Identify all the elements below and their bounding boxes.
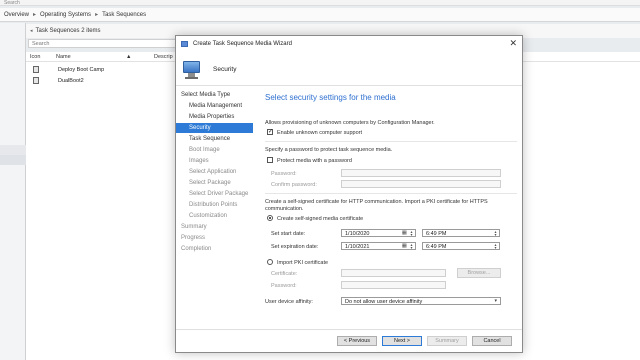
nav-item-media-management[interactable]: Media Management — [189, 101, 242, 111]
navigation-pane-block — [0, 145, 26, 155]
start-date-value: 1/10/2020 — [345, 231, 370, 237]
nav-item-media-properties[interactable]: Media Properties — [189, 112, 234, 122]
start-date-label: Set start date: — [271, 231, 306, 237]
security-page: Select security settings for the media A… — [260, 87, 520, 337]
next-button[interactable]: Next > — [382, 336, 422, 346]
nav-item-select-package[interactable]: Select Package — [189, 178, 231, 188]
expiration-date-label: Set expiration date: — [271, 244, 319, 250]
nav-item-customization[interactable]: Customization — [189, 211, 227, 221]
certificate-description-line2: communication. — [265, 206, 304, 212]
nav-item-completion[interactable]: Completion — [181, 244, 211, 254]
expiration-date-picker[interactable]: 1/10/2021 ▦ ▴ ▾ — [341, 242, 416, 250]
expiration-date-value: 1/10/2021 — [345, 244, 370, 250]
import-pki-radio[interactable] — [267, 259, 273, 265]
nav-item-progress[interactable]: Progress — [181, 233, 205, 243]
collapse-arrow-icon[interactable]: ◂ — [30, 28, 33, 34]
row-name: Deploy Boot Camp — [58, 67, 105, 73]
list-header-title: Task Sequences 2 items — [35, 28, 101, 34]
chevron-down-icon[interactable]: ▾ — [494, 298, 497, 304]
breadcrumb-separator-icon: ▸ — [95, 12, 99, 18]
footer-divider — [176, 329, 522, 330]
nav-item-select-application[interactable]: Select Application — [189, 167, 236, 177]
column-name[interactable]: Name — [56, 54, 71, 60]
nav-item-select-media-type[interactable]: Select Media Type — [181, 90, 230, 100]
pki-password-field[interactable] — [341, 281, 446, 289]
computer-icon — [181, 58, 203, 80]
certificate-description-line1: Create a self-signed certificate for HTT… — [265, 199, 488, 205]
start-date-picker[interactable]: 1/10/2020 ▦ ▴ ▾ — [341, 229, 416, 237]
breadcrumb-overview[interactable]: Overview — [4, 12, 29, 18]
create-media-wizard: Create Task Sequence Media Wizard ✕ Secu… — [175, 35, 523, 353]
breadcrumb-task-sequences[interactable]: Task Sequences — [102, 12, 146, 18]
calendar-icon[interactable]: ▦ — [402, 230, 407, 236]
breadcrumb-separator-icon: ▸ — [33, 12, 37, 18]
nav-item-task-sequence[interactable]: Task Sequence — [189, 134, 230, 144]
task-sequence-icon — [33, 66, 39, 73]
confirm-password-label: Confirm password: — [271, 182, 317, 188]
divider — [265, 141, 517, 142]
affinity-label: User device affinity: — [265, 299, 313, 305]
certificate-field[interactable] — [341, 269, 446, 277]
nav-item-select-driver-package[interactable]: Select Driver Package — [189, 189, 248, 199]
self-signed-label: Create self-signed media certificate — [277, 216, 364, 222]
divider — [265, 193, 517, 194]
cancel-button[interactable]: Cancel — [472, 336, 512, 346]
protect-password-label: Protect media with a password — [277, 158, 352, 164]
pki-password-label: Password: — [271, 283, 297, 289]
task-sequence-icon — [33, 77, 39, 84]
expiration-time-value: 6:49 PM — [426, 244, 447, 250]
protect-password-checkbox[interactable] — [267, 157, 273, 163]
password-label: Password: — [271, 171, 297, 177]
summary-button[interactable]: Summary — [427, 336, 467, 346]
page-heading: Select security settings for the media — [265, 93, 396, 102]
column-description[interactable]: Descrip — [154, 54, 173, 60]
spin-icon[interactable]: ▴ ▾ — [493, 230, 498, 237]
expiration-time-picker[interactable]: 6:49 PM ▴ ▾ — [422, 242, 500, 250]
nav-item-images[interactable]: Images — [189, 156, 209, 166]
navigation-pane-block — [0, 155, 26, 165]
wizard-banner: Security — [176, 52, 522, 86]
wizard-app-icon — [181, 41, 188, 47]
close-icon[interactable]: ✕ — [509, 38, 517, 49]
search-input[interactable]: Search — [28, 39, 188, 48]
spin-icon[interactable]: ▴ ▾ — [409, 230, 414, 237]
breadcrumb: Overview ▸ Operating Systems ▸ Task Sequ… — [0, 8, 640, 22]
nav-item-distribution-points[interactable]: Distribution Points — [189, 200, 237, 210]
spin-icon[interactable]: ▴ ▾ — [493, 243, 498, 250]
enable-unknown-label: Enable unknown computer support — [277, 130, 362, 136]
wizard-title: Create Task Sequence Media Wizard — [193, 41, 292, 47]
start-time-picker[interactable]: 6:49 PM ▴ ▾ — [422, 229, 500, 237]
unknown-computers-description: Allows provisioning of unknown computers… — [265, 120, 435, 126]
wizard-titlebar: Create Task Sequence Media Wizard ✕ — [176, 36, 522, 52]
top-strip: Search — [0, 0, 640, 6]
import-pki-label: Import PKI certificate — [277, 260, 329, 266]
sort-arrow-icon: ▲ — [126, 54, 132, 60]
start-time-value: 6:49 PM — [426, 231, 447, 237]
previous-button[interactable]: < Previous — [337, 336, 377, 346]
certificate-label: Certificate: — [271, 271, 298, 277]
nav-item-security[interactable]: Security — [176, 123, 253, 133]
spin-icon[interactable]: ▴ ▾ — [409, 243, 414, 250]
password-field[interactable] — [341, 169, 501, 177]
page-title: Security — [213, 66, 237, 73]
breadcrumb-operating-systems[interactable]: Operating Systems — [40, 12, 91, 18]
nav-item-boot-image[interactable]: Boot Image — [189, 145, 220, 155]
enable-unknown-checkbox[interactable] — [267, 128, 273, 135]
confirm-password-field[interactable] — [341, 180, 501, 188]
calendar-icon[interactable]: ▦ — [402, 243, 407, 249]
column-icon[interactable]: Icon — [30, 54, 40, 60]
browse-button[interactable]: Browse... — [457, 268, 501, 278]
self-signed-radio[interactable] — [267, 215, 273, 221]
top-search-label: Search — [4, 0, 20, 6]
password-description: Specify a password to protect task seque… — [265, 147, 393, 153]
navigation-pane — [0, 23, 26, 360]
affinity-dropdown[interactable]: Do not allow user device affinity ▾ — [341, 297, 501, 305]
wizard-navigation: Select Media Type Media Management Media P… — [176, 87, 253, 327]
row-name: DualBoot2 — [58, 78, 84, 84]
affinity-value: Do not allow user device affinity — [345, 299, 423, 305]
nav-item-summary[interactable]: Summary — [181, 222, 207, 232]
